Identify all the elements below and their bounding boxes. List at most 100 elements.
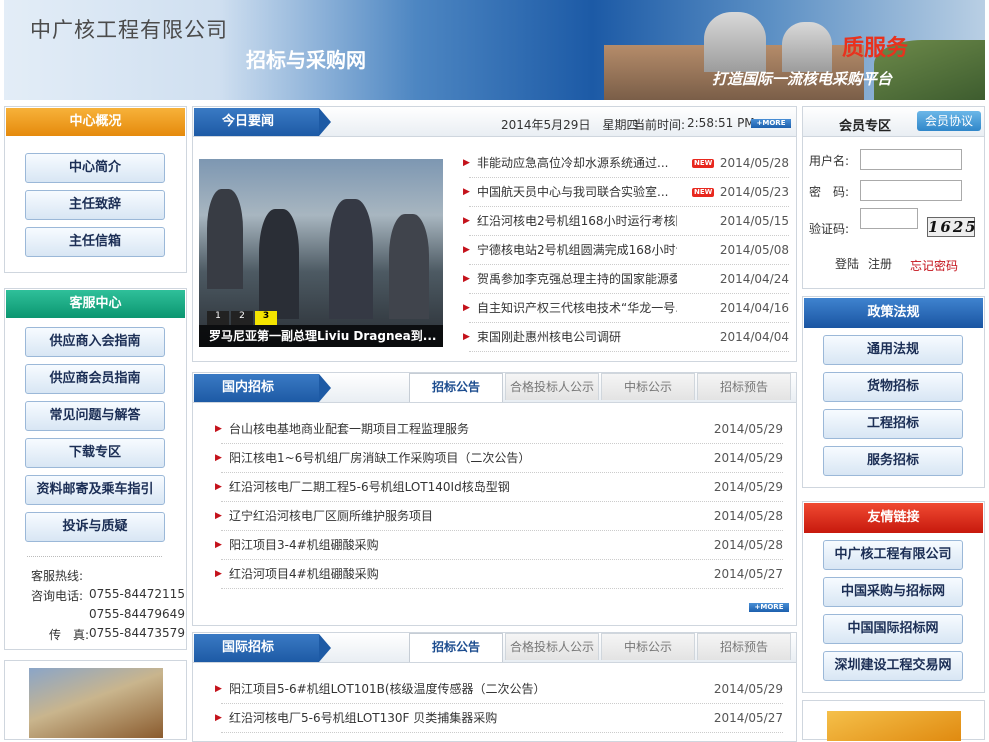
supplier-join-guide-button[interactable]: 供应商入会指南 <box>25 327 165 357</box>
faq-button[interactable]: 常见问题与解答 <box>25 401 165 431</box>
domestic-tender-title: 国内招标 <box>194 374 331 402</box>
tab-tender-notice[interactable]: 招标公告 <box>409 373 503 402</box>
domestic-tender-panel: 国内招标 招标公告 合格投标人公示 中标公示 招标预告 ▶ 台山核电基地商业配套一… <box>192 372 797 626</box>
friendly-links-title: 友情链接 <box>804 503 983 533</box>
list-item-title[interactable]: 阳江项目5-6#机组LOT101B(核级温度传感器（二次公告） <box>229 675 689 704</box>
list-item[interactable]: ▶ 非能动应急高位冷却水源系统通过... NEW 2014/05/28 <box>463 149 789 178</box>
list-item[interactable]: ▶ 辽宁红沿河核电厂区厕所维护服务项目 2014/05/28 <box>215 502 783 531</box>
list-item-title[interactable]: 红沿河核电厂5-6号机组LOT130F 贝类捕集器采购 <box>229 704 689 733</box>
policy-service-button[interactable]: 服务招标 <box>823 446 963 476</box>
list-item-title[interactable]: 宁德核电站2号机组圆满完成168小时试... <box>477 236 677 265</box>
consult-phone-1: 0755-84472115 <box>89 587 185 601</box>
list-item[interactable]: ▶ 自主知识产权三代核电技术“华龙一号... 2014/04/16 <box>463 294 789 323</box>
international-tender-header: 国际招标 招标公告 合格投标人公示 中标公示 招标预告 <box>193 633 796 663</box>
international-tender-list: ▶ 阳江项目5-6#机组LOT101B(核级温度传感器（二次公告） 2014/05/… <box>201 675 791 735</box>
link-cgn-engineering[interactable]: 中广核工程有限公司 <box>823 540 963 570</box>
tab-intl-winning-notice[interactable]: 中标公示 <box>601 633 695 660</box>
list-item[interactable]: ▶ 贺禹参加李克强总理主持的国家能源委... 2014/04/24 <box>463 265 789 294</box>
domestic-more-button[interactable]: +MORE <box>749 603 789 612</box>
slide-caption[interactable]: 罗马尼亚第一副总理Liviu Dragnea到... <box>199 325 443 347</box>
list-item[interactable]: ▶ 阳江项目3-4#机组硼酸采购 2014/05/28 <box>215 531 783 560</box>
link-shenzhen-exchange[interactable]: 深圳建设工程交易网 <box>823 651 963 681</box>
tab-intl-qualified-bidders[interactable]: 合格投标人公示 <box>505 633 599 660</box>
tab-winning-notice[interactable]: 中标公示 <box>601 373 695 400</box>
list-item[interactable]: ▶ 中国航天员中心与我司联合实验室... NEW 2014/05/23 <box>463 178 789 207</box>
consult-label: 咨询电话: <box>31 589 84 603</box>
current-date: 2014年5月29日 星期四 <box>501 118 639 132</box>
policy-engineering-button[interactable]: 工程招标 <box>823 409 963 439</box>
today-news-title: 今日要闻 <box>194 108 331 136</box>
policy-title: 政策法规 <box>804 298 983 328</box>
link-china-procurement[interactable]: 中国采购与招标网 <box>823 577 963 607</box>
captcha-image[interactable]: 1625 <box>927 217 976 237</box>
current-time-label: 当前时间: <box>633 118 686 132</box>
news-more-button[interactable]: +MORE <box>751 119 791 128</box>
international-tender-title: 国际招标 <box>194 634 331 662</box>
list-item[interactable]: ▶ 台山核电基地商业配套一期项目工程监理服务 2014/05/29 <box>215 415 783 444</box>
password-label: 密 码: <box>809 185 850 199</box>
list-item[interactable]: ▶ 阳江核电1~6号机组厂房消缺工作采购项目（二次公告） 2014/05/29 <box>215 444 783 473</box>
list-item-date: 2014/05/28 <box>713 538 783 552</box>
tab-intl-tender-preview[interactable]: 招标预告 <box>697 633 791 660</box>
center-intro-button[interactable]: 中心简介 <box>25 153 165 183</box>
promo-banner-image[interactable] <box>827 711 961 741</box>
list-item[interactable]: ▶ 红沿河核电厂二期工程5-6号机组LOT140Id核岛型钢 2014/05/29 <box>215 473 783 502</box>
policy-panel: 政策法规 通用法规 货物招标 工程招标 服务招标 <box>802 296 985 488</box>
tab-qualified-bidders[interactable]: 合格投标人公示 <box>505 373 599 400</box>
link-china-intl-tender[interactable]: 中国国际招标网 <box>823 614 963 644</box>
slide-page-2[interactable]: 2 <box>231 311 253 325</box>
company-name: 中广核工程有限公司 <box>30 18 228 42</box>
new-badge: NEW <box>692 188 715 197</box>
password-input[interactable] <box>860 180 962 201</box>
mail-and-directions-button[interactable]: 资料邮寄及乘车指引 <box>25 475 165 505</box>
list-item-date: 2014/05/29 <box>713 682 783 696</box>
list-item[interactable]: ▶ 红沿河项目4#机组硼酸采购 2014/05/27 <box>215 560 783 589</box>
person-figure <box>207 189 243 289</box>
list-item[interactable]: ▶ 宁德核电站2号机组圆满完成168小时试... 2014/05/08 <box>463 236 789 265</box>
list-item-title[interactable]: 中国航天员中心与我司联合实验室... <box>477 178 677 207</box>
tab-tender-preview[interactable]: 招标预告 <box>697 373 791 400</box>
domestic-tender-list: ▶ 台山核电基地商业配套一期项目工程监理服务 2014/05/29 ▶ 阳江核电1~6号… <box>201 415 791 595</box>
news-slideshow-image[interactable]: 1 2 3 罗马尼亚第一副总理Liviu Dragnea到... <box>199 159 443 347</box>
tab-intl-tender-notice[interactable]: 招标公告 <box>409 633 503 662</box>
username-input[interactable] <box>860 149 962 170</box>
director-mailbox-button[interactable]: 主任信箱 <box>25 227 165 257</box>
download-button[interactable]: 下载专区 <box>25 438 165 468</box>
list-item-title[interactable]: 自主知识产权三代核电技术“华龙一号... <box>477 294 677 323</box>
international-tender-panel: 国际招标 招标公告 合格投标人公示 中标公示 招标预告 ▶ 阳江项目5-6#机组L… <box>192 632 797 742</box>
list-item[interactable]: ▶ 束国刚赴惠州核电公司调研 2014/04/04 <box>463 323 789 352</box>
list-item[interactable]: ▶ 阳江项目5-6#机组LOT101B(核级温度传感器（二次公告） 2014/05/… <box>215 675 783 704</box>
captcha-input[interactable] <box>860 208 918 229</box>
list-item-title[interactable]: 贺禹参加李克强总理主持的国家能源委... <box>477 265 677 294</box>
slide-page-3[interactable]: 3 <box>255 311 277 325</box>
list-item-date: 2014/04/16 <box>719 301 789 315</box>
bullet-arrow-icon: ▶ <box>463 245 470 255</box>
list-item-title[interactable]: 阳江核电1~6号机组厂房消缺工作采购项目（二次公告） <box>229 444 689 473</box>
list-item-date: 2014/05/29 <box>713 480 783 494</box>
member-agreement-button[interactable]: 会员协议 <box>917 111 981 131</box>
list-item-title[interactable]: 阳江项目3-4#机组硼酸采购 <box>229 531 689 560</box>
person-figure <box>329 199 373 319</box>
policy-goods-button[interactable]: 货物招标 <box>823 372 963 402</box>
director-speech-button[interactable]: 主任致辞 <box>25 190 165 220</box>
list-item[interactable]: ▶ 红沿河核电厂5-6号机组LOT130F 贝类捕集器采购 2014/05/27 <box>215 704 783 733</box>
construction-site-image[interactable] <box>29 668 163 738</box>
list-item-title[interactable]: 辽宁红沿河核电厂区厕所维护服务项目 <box>229 502 689 531</box>
supplier-member-guide-button[interactable]: 供应商会员指南 <box>25 364 165 394</box>
policy-general-button[interactable]: 通用法规 <box>823 335 963 365</box>
forgot-password-link[interactable]: 忘记密码 <box>910 257 958 274</box>
list-item-title[interactable]: 台山核电基地商业配套一期项目工程监理服务 <box>229 415 689 444</box>
person-figure <box>389 214 429 319</box>
domestic-tender-header: 国内招标 招标公告 合格投标人公示 中标公示 招标预告 <box>193 373 796 403</box>
bullet-arrow-icon: ▶ <box>463 332 470 342</box>
list-item-title[interactable]: 束国刚赴惠州核电公司调研 <box>477 323 677 352</box>
list-item-title[interactable]: 红沿河项目4#机组硼酸采购 <box>229 560 689 589</box>
list-item-title[interactable]: 红沿河核电2号机组168小时运行考核圆... <box>477 207 677 236</box>
list-item[interactable]: ▶ 红沿河核电2号机组168小时运行考核圆... 2014/05/15 <box>463 207 789 236</box>
complaint-button[interactable]: 投诉与质疑 <box>25 512 165 542</box>
list-item-title[interactable]: 红沿河核电厂二期工程5-6号机组LOT140Id核岛型钢 <box>229 473 689 502</box>
list-item-title[interactable]: 非能动应急高位冷却水源系统通过... <box>477 149 677 178</box>
slide-page-1[interactable]: 1 <box>207 311 229 325</box>
register-link[interactable]: 注册 <box>868 255 892 272</box>
login-link[interactable]: 登陆 <box>835 255 859 272</box>
